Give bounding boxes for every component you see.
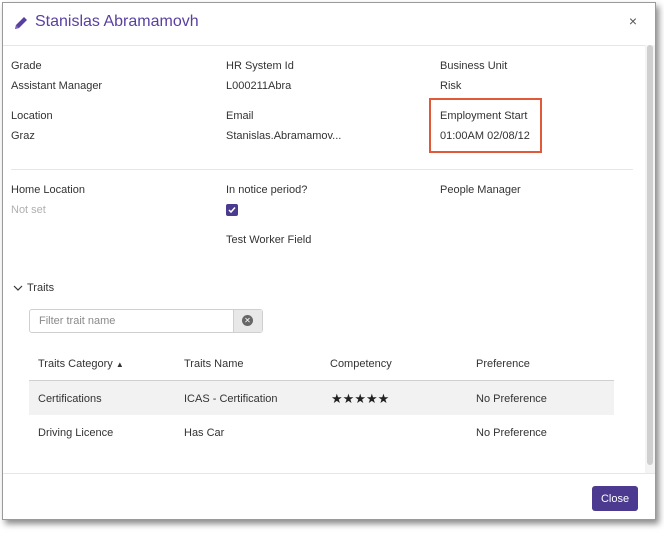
cell-preference: No Preference [476,393,547,405]
traits-section-label: Traits [27,282,55,294]
notice-period-label: In notice period? [226,184,308,196]
business-unit-value: Risk [440,80,462,92]
dialog-title: Stanislas Abramamovh [35,13,199,30]
scrollbar-thumb[interactable] [647,45,653,465]
star-icon: ★ [365,391,378,406]
star-icon: ★ [342,391,355,406]
cell-traits-category: Certifications [38,393,102,405]
column-header-preference[interactable]: Preference [476,358,530,370]
section-divider [11,169,633,170]
star-icon: ★ [331,391,343,406]
test-worker-field-label: Test Worker Field [226,234,312,246]
dialog-header: Stanislas Abramamovh × [3,3,655,46]
employee-dialog: Stanislas Abramamovh × Grade Assistant M… [2,2,656,520]
column-header-traits-name[interactable]: Traits Name [184,358,244,370]
notice-period-checkbox[interactable] [226,204,238,216]
close-button[interactable]: Close [592,486,638,511]
competency-stars: ★★★★★ [331,391,389,407]
location-label: Location [11,110,53,122]
sort-ascending-icon: ▲ [115,360,124,369]
checkmark-icon [228,207,236,214]
home-location-value: Not set [11,204,46,216]
grade-value: Assistant Manager [11,80,103,92]
chevron-down-icon [13,285,23,291]
cell-traits-name: ICAS - Certification [184,393,278,405]
location-value: Graz [11,130,35,142]
star-icon: ★ [377,391,390,406]
trait-filter-input[interactable] [30,310,252,332]
scrollbar[interactable] [645,45,655,473]
column-header-competency[interactable]: Competency [330,358,392,370]
hr-system-id-value: L000211Abra [226,80,292,92]
footer-divider [3,473,655,474]
email-value: Stanislas.Abramamov... [226,130,342,142]
employment-start-highlight [429,98,542,153]
traits-toggle[interactable]: Traits [13,282,54,294]
close-icon[interactable]: × [629,13,637,29]
business-unit-label: Business Unit [440,60,508,72]
cell-traits-category: Driving Licence [38,427,114,439]
email-label: Email [226,110,254,122]
star-icon: ★ [354,391,366,406]
clear-filter-button[interactable]: ✕ [233,310,262,332]
grade-label: Grade [11,60,42,72]
cell-traits-name: Has Car [184,427,225,439]
hr-system-id-label: HR System Id [226,60,294,72]
home-location-label: Home Location [11,184,85,196]
cell-preference: No Preference [476,427,547,439]
pencil-icon[interactable] [13,15,29,31]
column-header-traits-category[interactable]: Traits Category ▲ [38,358,124,370]
trait-filter: ✕ [29,309,263,333]
people-manager-label: People Manager [440,184,521,196]
clear-icon: ✕ [242,315,253,326]
